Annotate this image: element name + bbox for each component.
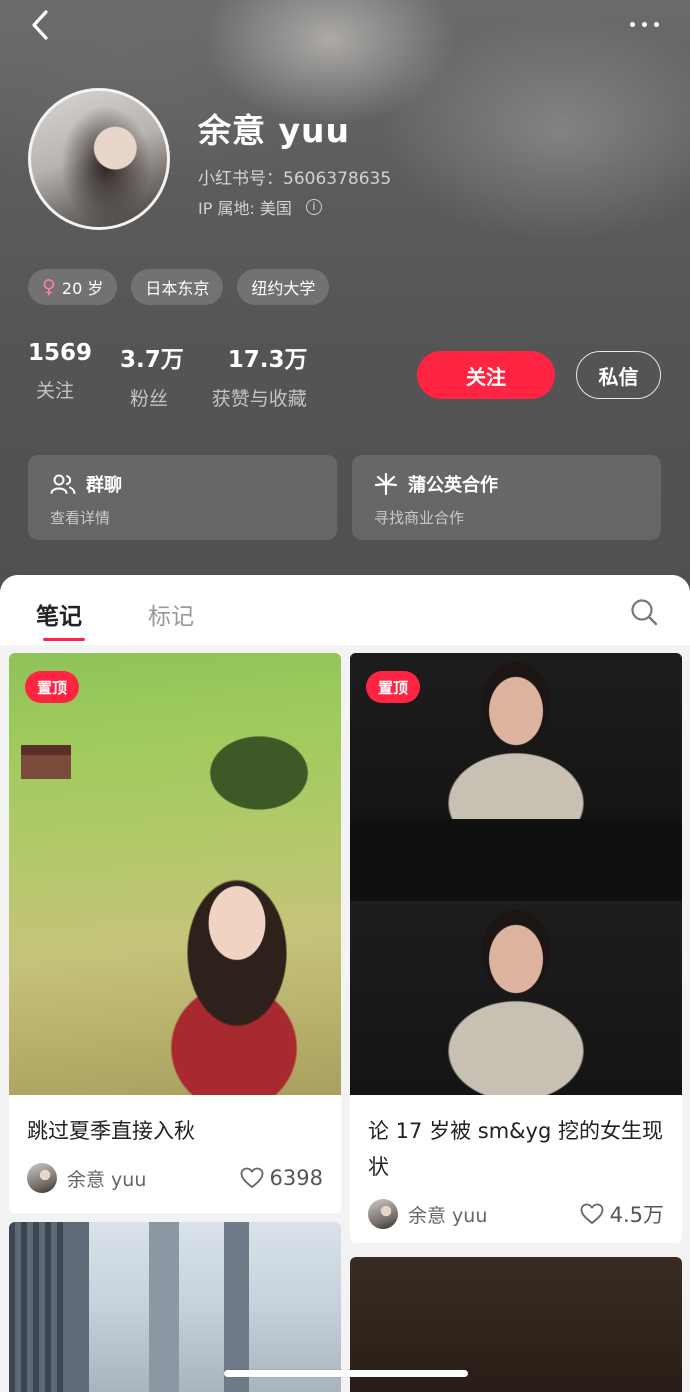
note-meta: 余意 yuu 4.5万 [368, 1199, 664, 1229]
group-chat-subtitle: 查看详情 [50, 509, 111, 527]
note-title: 跳过夏季直接入秋 [27, 1119, 195, 1143]
profile-stats: 1569 关注 3.7万 粉丝 17.3万 获赞与收藏 [28, 340, 336, 411]
note-card[interactable]: 置顶 论 17 岁被 sm&yg 挖的女生现状 余意 yuu 4.5万 [350, 653, 682, 1243]
note-card[interactable] [9, 1222, 341, 1392]
red-id: 小红书号：5606378635 [198, 169, 392, 189]
stat-value: 3.7万 [120, 347, 184, 373]
like-button[interactable]: 6398 [240, 1166, 323, 1190]
group-icon [50, 474, 76, 494]
stat-followers[interactable]: 3.7万 粉丝 [120, 340, 184, 411]
tag-age: ♀ 20 岁 [28, 269, 118, 305]
ip-location: IP 属地: 美国 i [198, 195, 322, 219]
more-horizontal-icon [629, 21, 635, 27]
note-author[interactable]: 余意 yuu [27, 1163, 146, 1193]
tag-school: 纽约大学 [237, 269, 330, 305]
profile-tags: ♀ 20 岁 日本东京 纽约大学 [28, 269, 330, 305]
note-cover-image [9, 653, 341, 1095]
back-button[interactable] [22, 6, 62, 46]
tag-label: 纽约大学 [251, 279, 316, 298]
note-meta: 余意 yuu 6398 [27, 1163, 323, 1193]
stat-label: 关注 [36, 380, 75, 402]
tab-notes[interactable]: 笔记 [36, 597, 82, 631]
author-name: 余意 yuu [408, 1204, 488, 1227]
group-chat-title: 群聊 [86, 475, 122, 496]
author-avatar [368, 1199, 398, 1229]
pinned-badge: 置顶 [25, 671, 80, 703]
author-avatar [27, 1163, 57, 1193]
profile-name: 余意 yuu [198, 111, 350, 150]
note-cover-image [350, 653, 682, 1095]
heart-icon [580, 1203, 603, 1224]
stat-label: 获赞与收藏 [211, 388, 307, 410]
profile-header: 余意 yuu 小红书号：5606378635 IP 属地: 美国 i ♀ 20 … [0, 0, 690, 600]
stat-likes-collects[interactable]: 17.3万 获赞与收藏 [212, 340, 308, 411]
avatar[interactable] [28, 88, 170, 230]
video-frame-bottom [350, 901, 682, 1095]
tag-label: 20 岁 [61, 279, 104, 298]
author-name: 余意 yuu [67, 1168, 147, 1191]
ip-location-text: IP 属地: 美国 [198, 199, 292, 218]
follow-button[interactable]: 关注 [417, 351, 555, 399]
info-icon[interactable]: i [305, 199, 322, 215]
note-title: 论 17 岁被 sm&yg 挖的女生现状 [368, 1119, 663, 1179]
search-icon [631, 599, 658, 626]
female-icon: ♀ [42, 276, 56, 298]
search-button[interactable] [630, 598, 658, 626]
tab-marks[interactable]: 标记 [148, 597, 194, 631]
like-button[interactable]: 4.5万 [580, 1199, 664, 1229]
building-image [9, 1222, 67, 1392]
notes-panel: 笔记 标记 置顶 跳过夏季直接入秋 余意 yuu 6398 置顶 论 17 岁被… [0, 575, 690, 1392]
message-button[interactable]: 私信 [576, 351, 661, 399]
stat-value: 1569 [28, 340, 93, 366]
dandelion-subtitle: 寻找商业合作 [374, 509, 465, 527]
tag-location: 日本东京 [131, 269, 224, 305]
house-image [21, 745, 71, 779]
like-count: 4.5万 [609, 1203, 664, 1227]
tag-label: 日本东京 [145, 279, 210, 298]
heart-icon [240, 1167, 263, 1188]
more-button[interactable] [624, 14, 664, 34]
stat-value: 17.3万 [227, 347, 308, 373]
stat-following[interactable]: 1569 关注 [28, 340, 92, 411]
note-author[interactable]: 余意 yuu [368, 1199, 487, 1229]
pinned-badge: 置顶 [366, 671, 421, 703]
home-indicator[interactable] [224, 1370, 468, 1377]
group-chat-card[interactable]: 群聊 查看详情 [28, 455, 337, 540]
dandelion-card[interactable]: 蒲公英合作 寻找商业合作 [352, 455, 661, 540]
tab-bar: 笔记 标记 [0, 575, 690, 645]
dandelion-title: 蒲公英合作 [408, 475, 498, 496]
dandelion-icon [374, 472, 398, 496]
stat-label: 粉丝 [130, 388, 169, 410]
note-card[interactable]: 置顶 跳过夏季直接入秋 余意 yuu 6398 [9, 653, 341, 1213]
chevron-left-icon [32, 10, 48, 40]
like-count: 6398 [269, 1166, 323, 1190]
tab-underline [43, 638, 85, 641]
